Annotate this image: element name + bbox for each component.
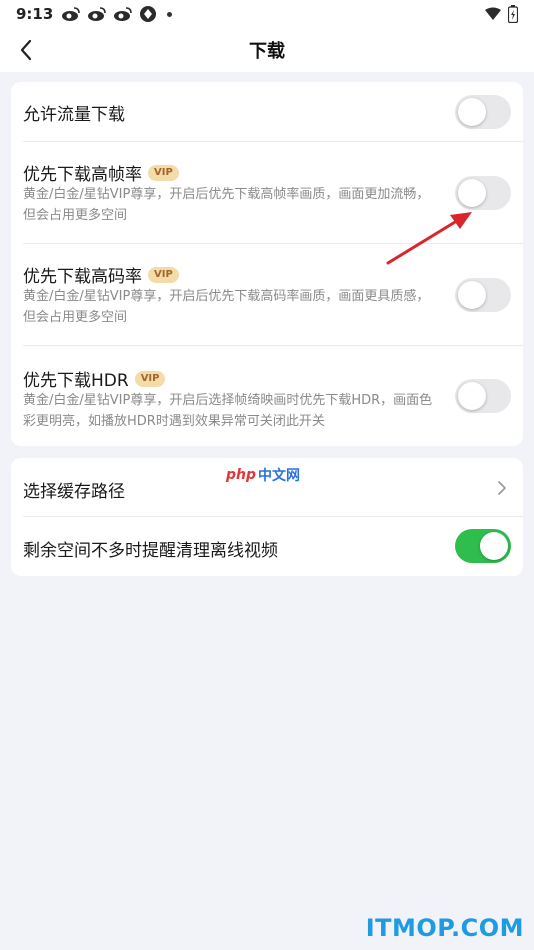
chevron-left-icon: [20, 39, 32, 61]
status-bar: 9:13: [0, 0, 534, 28]
setting-title: 剩余空间不多时提醒清理离线视频: [23, 541, 278, 561]
download-settings-card: 允许流量下载 优先下载高帧率 VIP 黄金/白金/星钻VIP尊享，开启后优先下载…: [11, 82, 523, 446]
setting-title-wrap: 优先下载高帧率 VIP: [23, 160, 179, 185]
wifi-icon: [485, 7, 501, 20]
setting-title: 优先下载高帧率: [23, 165, 142, 185]
setting-row-high-bitrate: 优先下载高码率 VIP 黄金/白金/星钻VIP尊享，开启后优先下载高码率画质，画…: [11, 244, 523, 346]
hdr-toggle[interactable]: [455, 379, 511, 413]
setting-title-wrap: 优先下载HDR VIP: [23, 366, 166, 391]
setting-title-wrap: 优先下载高码率 VIP: [23, 262, 179, 287]
toggle-knob: [480, 532, 508, 560]
setting-row-high-framerate: 优先下载高帧率 VIP 黄金/白金/星钻VIP尊享，开启后优先下载高帧率画质，画…: [11, 142, 523, 244]
toggle-knob: [458, 382, 486, 410]
vip-badge: VIP: [148, 266, 179, 283]
vip-badge: VIP: [148, 164, 179, 181]
vip-badge: VIP: [134, 370, 166, 387]
toggle-knob: [458, 98, 486, 126]
setting-description: 黄金/白金/星钻VIP尊享，开启后优先下载高码率画质，画面更具质感，但会占用更多…: [23, 289, 430, 325]
storage-settings-card: 选择缓存路径 剩余空间不多时提醒清理离线视频: [11, 458, 523, 576]
setting-title: 优先下载HDR: [23, 371, 129, 391]
itmop-watermark: ITMOP.COM: [365, 914, 524, 942]
setting-title: 选择缓存路径: [23, 482, 125, 502]
setting-title: 优先下载高码率: [23, 267, 142, 287]
toggle-knob: [458, 281, 486, 309]
weibo-icon: [88, 7, 107, 21]
page-title: 下载: [249, 41, 285, 62]
battery-icon: [508, 5, 518, 23]
toggle-knob: [458, 179, 486, 207]
low-space-reminder-toggle[interactable]: [455, 529, 511, 563]
mobile-data-toggle[interactable]: [455, 95, 511, 129]
setting-row-mobile-data: 允许流量下载: [11, 82, 523, 142]
high-framerate-toggle[interactable]: [455, 176, 511, 210]
status-right: [484, 5, 518, 23]
weibo-icon: [62, 7, 81, 21]
weibo-icon: [114, 7, 133, 21]
chevron-right-icon: [498, 481, 506, 495]
high-bitrate-toggle[interactable]: [455, 278, 511, 312]
setting-row-cache-path[interactable]: 选择缓存路径: [11, 458, 523, 517]
nav-bar: 下载: [0, 28, 534, 72]
status-time: 9:13: [16, 5, 54, 23]
setting-title: 允许流量下载: [23, 105, 125, 125]
setting-description: 黄金/白金/星钻VIP尊享，开启后优先下载高帧率画质，画面更加流畅，但会占用更多…: [23, 187, 430, 223]
back-button[interactable]: [12, 36, 40, 64]
setting-row-low-space-reminder: 剩余空间不多时提醒清理离线视频: [11, 517, 523, 576]
notification-icons: [61, 5, 173, 23]
more-notifications-dot: [167, 11, 173, 17]
setting-description: 黄金/白金/星钻VIP尊享，开启后选择帧绮映画时优先下载HDR，画面色彩更明亮，…: [23, 393, 433, 429]
app-icon: [140, 6, 157, 22]
setting-row-hdr: 优先下载HDR VIP 黄金/白金/星钻VIP尊享，开启后选择帧绮映画时优先下载…: [11, 346, 523, 446]
